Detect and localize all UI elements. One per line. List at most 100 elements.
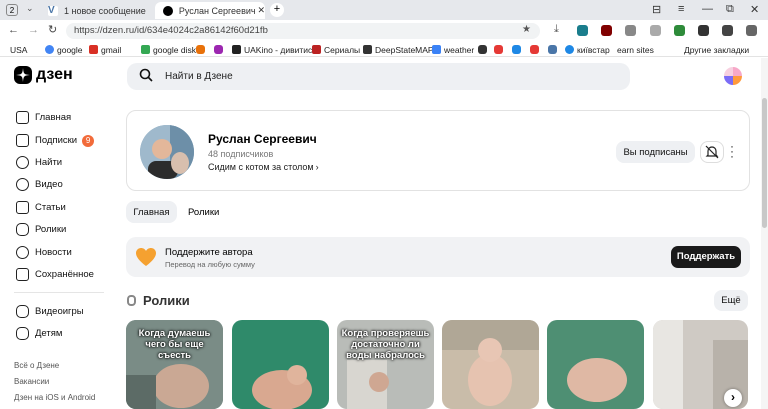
bookmark-earn-sites[interactable]: earn sites	[617, 42, 654, 57]
extension-icon[interactable]	[650, 25, 661, 36]
tab-label: Руслан Сергеевич | Дзен	[178, 5, 256, 16]
sidebar-item-videogames[interactable]: Видеоигры	[16, 305, 84, 318]
close-window-icon[interactable]: ✕	[750, 3, 759, 16]
sidebar-item-label: Детям	[35, 328, 63, 339]
bookmark-kyivstar[interactable]: київстар	[565, 42, 610, 57]
subscribed-button[interactable]: Вы подписаны	[616, 141, 695, 163]
extensions-puzzle-icon[interactable]	[746, 25, 757, 36]
tab-clips[interactable]: Ролики	[188, 207, 219, 218]
minimize-icon[interactable]: —	[702, 3, 713, 15]
clip-thumbnail[interactable]: Когда думаешь чего бы еще съесть	[126, 320, 223, 409]
support-button[interactable]: Поддержать	[671, 246, 741, 268]
sidebar-item-articles[interactable]: Статьи	[16, 201, 66, 214]
dzen-logo[interactable]: дзен	[14, 66, 73, 84]
bookmark-label: Сериалы	[324, 44, 361, 55]
clip-thumbnail[interactable]	[442, 320, 539, 409]
bookmark-icon[interactable]	[494, 45, 503, 54]
dzen-logo-text: дзен	[36, 66, 73, 83]
sidebar-item-label: Новости	[35, 247, 72, 258]
download-icon[interactable]: ⤓	[554, 23, 559, 36]
sidebar-item-video[interactable]: Видео	[16, 178, 63, 191]
uakino-icon	[232, 45, 241, 54]
extension-icon[interactable]	[577, 25, 588, 36]
bookmark-google[interactable]: google	[45, 42, 83, 57]
bookmark-label: київстар	[577, 44, 610, 55]
new-tab-button[interactable]: +	[270, 3, 284, 17]
restore-icon[interactable]: ⧉	[726, 3, 734, 16]
sidebar-item-subscriptions[interactable]: Подписки 9	[16, 134, 95, 147]
sidebar-item-kids[interactable]: Детям	[16, 327, 62, 340]
bookmark-label: google disk	[153, 44, 197, 55]
bookmark-gmail[interactable]: gmail	[89, 42, 121, 57]
search-icon	[139, 68, 153, 85]
menu-icon[interactable]: ≡	[678, 3, 684, 15]
kyivstar-icon	[565, 45, 574, 54]
sidebar-item-label: Статьи	[35, 202, 66, 213]
url-field[interactable]: https://dzen.ru/id/634e4024c2a86142f60d2…	[66, 23, 540, 39]
more-clips-button[interactable]: Ещё	[714, 290, 748, 311]
sidebar-item-search[interactable]: Найти	[16, 156, 62, 169]
clip-thumbnail[interactable]	[547, 320, 644, 409]
extension-icon[interactable]	[625, 25, 636, 36]
bookmark-usa[interactable]: USA	[10, 42, 27, 57]
profile-description[interactable]: Сидим с котом за столом ›	[208, 162, 319, 172]
notifications-off-button[interactable]	[700, 141, 724, 163]
next-arrow-button[interactable]: ›	[724, 389, 742, 407]
bookmark-label: google	[57, 44, 83, 55]
bookmark-icon[interactable]	[478, 45, 487, 54]
sidebar-footer-link[interactable]: Всё о Дзене	[14, 361, 59, 370]
extension-icon[interactable]	[722, 25, 733, 36]
close-icon[interactable]: ✕	[257, 5, 265, 16]
scrollbar-thumb[interactable]	[762, 98, 767, 228]
other-bookmarks[interactable]: Другие закладки	[684, 42, 749, 57]
google-icon	[45, 45, 54, 54]
bookmark-deepstatemap[interactable]: DeepStateMAP	[363, 42, 434, 57]
reload-icon[interactable]: ↻	[48, 23, 57, 36]
sidebar-item-news[interactable]: Новости	[16, 246, 72, 259]
clip-thumbnail[interactable]: Когда проверяешь достаточно ли воды набр…	[337, 320, 434, 409]
bookmark-uakino[interactable]: UAKino - дивитис	[232, 42, 312, 57]
tab-counter[interactable]: 2	[6, 4, 18, 16]
sidebar-item-clips[interactable]: Ролики	[16, 223, 66, 236]
tab-messages[interactable]: V 1 новое сообщение	[40, 2, 150, 19]
clips-section-title: Ролики	[143, 293, 190, 308]
bookmark-google-disk[interactable]: google disk	[141, 42, 196, 57]
scrollbar[interactable]	[761, 58, 768, 409]
forward-icon[interactable]: →	[28, 24, 39, 36]
extension-icon[interactable]	[698, 25, 709, 36]
bookmark-icon[interactable]	[196, 45, 205, 54]
support-card: Поддержите автора Перевод на любую сумму…	[126, 237, 750, 277]
bookmark-icon[interactable]	[214, 45, 223, 54]
profile-name: Руслан Сергеевич	[208, 132, 317, 146]
bookmark-manager-icon[interactable]: ⊟	[652, 3, 661, 16]
bookmark-label: UAKino - дивитис	[244, 44, 313, 55]
tab-home[interactable]: Главная	[126, 201, 177, 223]
other-bookmarks-label: Другие закладки	[684, 44, 750, 55]
support-title: Поддержите автора	[165, 247, 253, 258]
profile-avatar	[140, 125, 194, 179]
bookmark-label: USA	[10, 44, 28, 55]
sidebar-item-home[interactable]: Главная	[16, 111, 71, 124]
tab-list-chevron-icon[interactable]: ⌄	[26, 3, 34, 14]
more-options-icon[interactable]: · · ·	[730, 140, 734, 162]
back-icon[interactable]: ←	[8, 24, 19, 36]
bookmarks-bar: USA google gmail google disk UAKino - ди…	[0, 42, 768, 57]
extension-icon[interactable]	[674, 25, 685, 36]
clip-thumbnail[interactable]	[232, 320, 329, 409]
bookmark-star-icon[interactable]: ★	[522, 24, 531, 35]
avatar[interactable]	[724, 67, 742, 85]
sidebar-item-saved[interactable]: Сохранённое	[16, 268, 94, 281]
search-input[interactable]: Найти в Дзене	[127, 63, 630, 90]
ublock-icon[interactable]	[601, 25, 612, 36]
bookmark-icon[interactable]	[512, 45, 521, 54]
clip-caption: Когда думаешь чего бы еще съесть	[138, 328, 211, 361]
bookmark-icon[interactable]	[530, 45, 539, 54]
bookmark-weather[interactable]: weather	[432, 42, 474, 57]
tab-dzen[interactable]: Руслан Сергеевич | Дзен ✕	[155, 2, 265, 19]
sidebar-item-label: Видеоигры	[35, 306, 84, 317]
vk-icon[interactable]	[548, 45, 557, 54]
deepstate-icon	[363, 45, 372, 54]
bookmark-serials[interactable]: Сериалы	[312, 42, 360, 57]
sidebar-footer-link[interactable]: Дзен на iOS и Android	[14, 393, 95, 402]
sidebar-footer-link[interactable]: Вакансии	[14, 377, 49, 386]
